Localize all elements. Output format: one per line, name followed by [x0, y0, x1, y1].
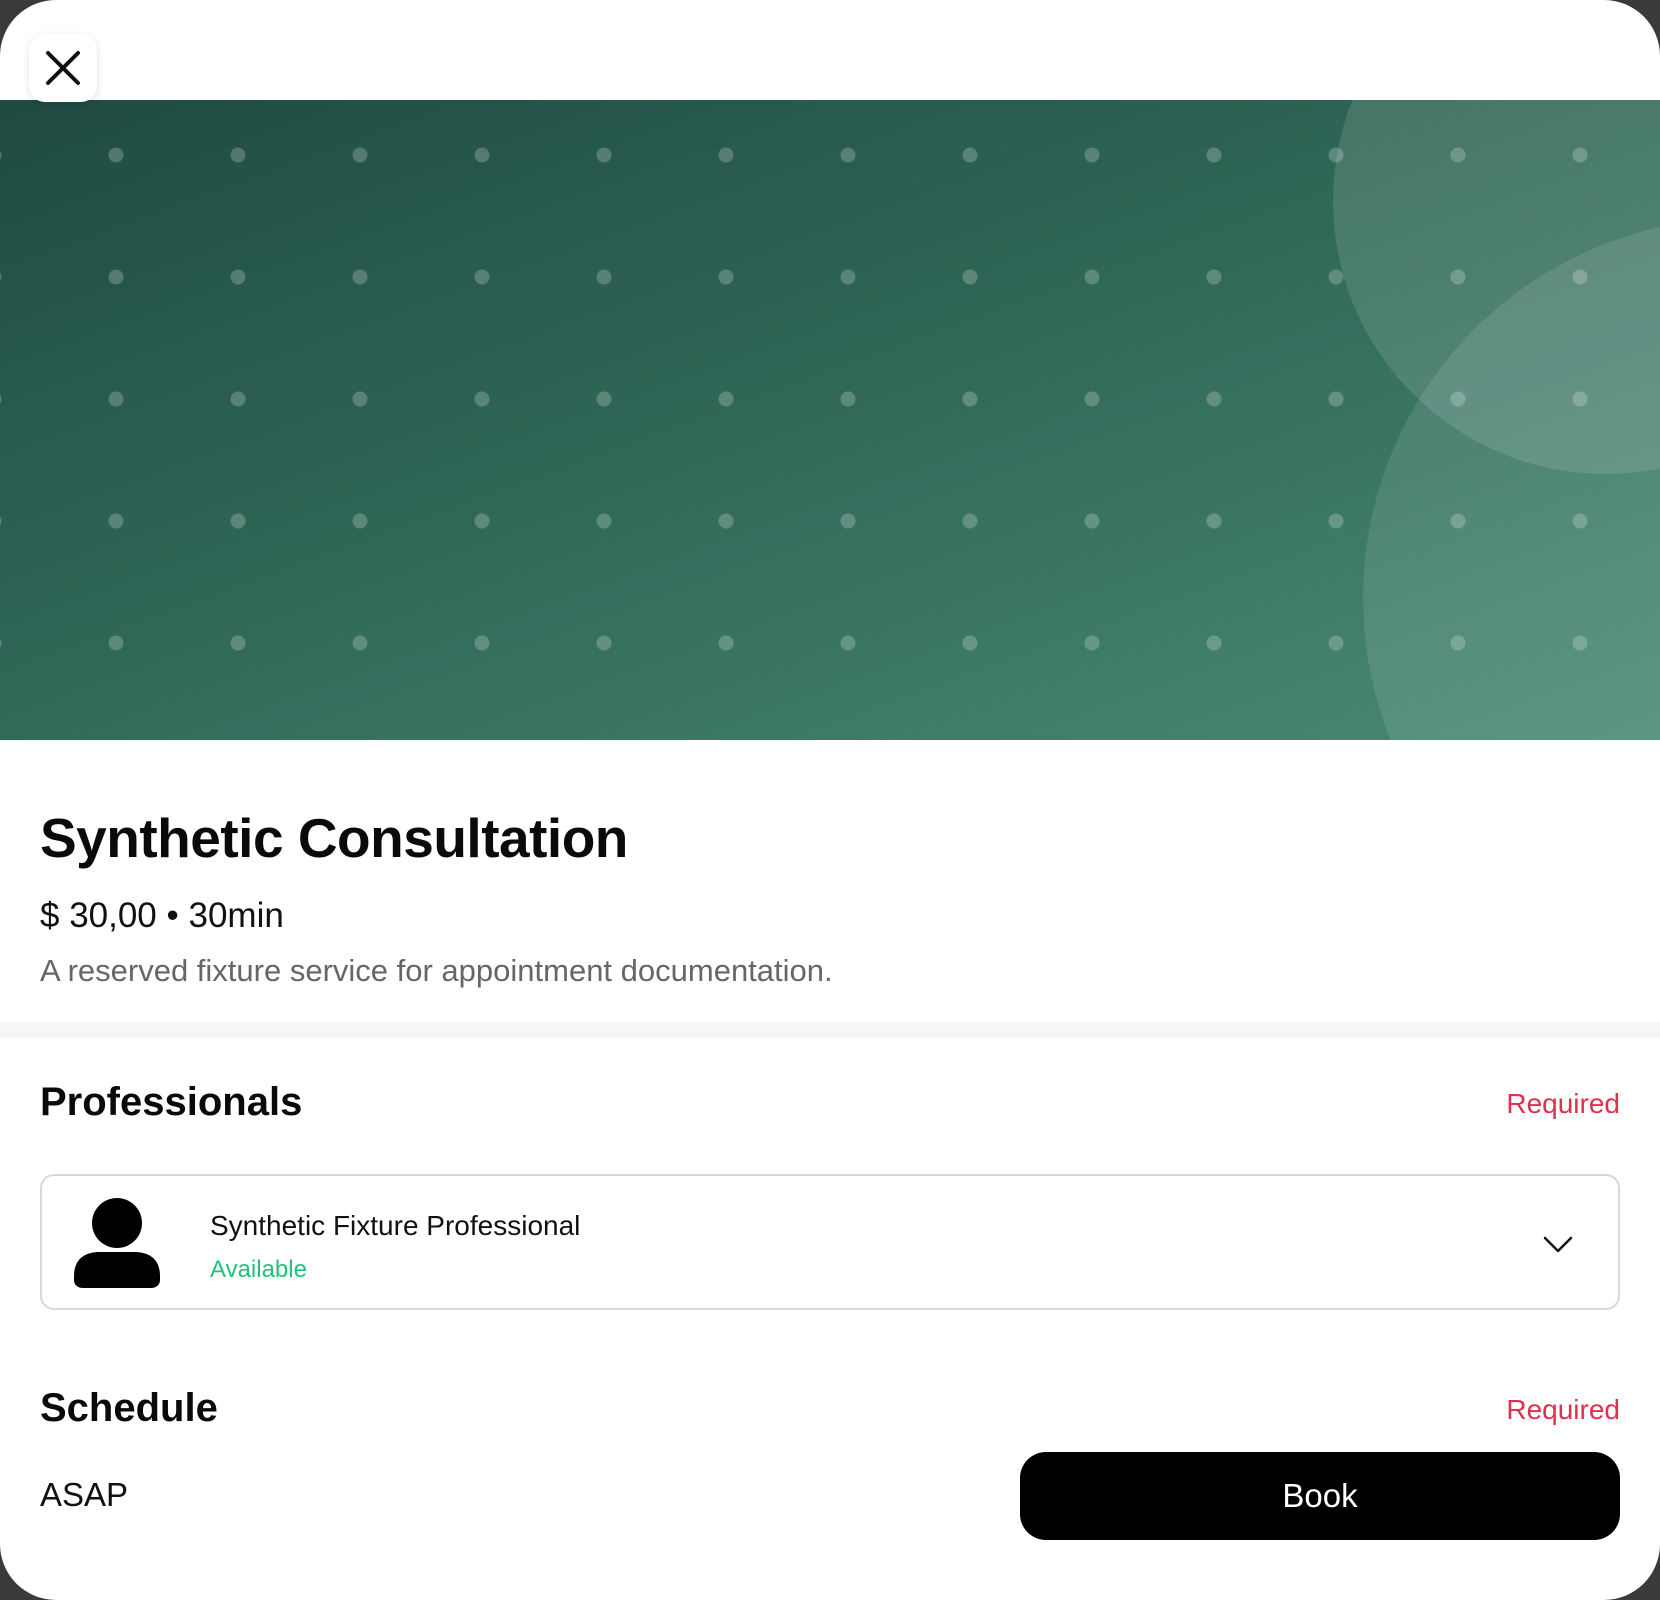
professionals-heading: Professionals	[40, 1080, 303, 1124]
service-booking-modal: Synthetic Consultation $ 30,00 • 30min A…	[0, 0, 1660, 1600]
chevron-down-icon	[1543, 1236, 1573, 1253]
professional-status: Available	[210, 1256, 307, 1283]
schedule-value[interactable]: ASAP	[40, 1476, 128, 1514]
professional-name: Synthetic Fixture Professional	[210, 1210, 581, 1241]
person-icon	[74, 1198, 160, 1288]
service-description: A reserved fixture service for appointme…	[40, 953, 833, 988]
professional-select[interactable]: Synthetic Fixture Professional Available	[40, 1174, 1620, 1310]
close-icon	[46, 51, 80, 85]
service-title: Synthetic Consultation	[40, 807, 628, 869]
professionals-required-label: Required	[1506, 1088, 1620, 1119]
schedule-required-label: Required	[1506, 1394, 1620, 1425]
schedule-heading: Schedule	[40, 1386, 218, 1430]
service-price-duration: $ 30,00 • 30min	[40, 896, 284, 935]
close-button[interactable]	[29, 34, 97, 102]
book-button[interactable]: Book	[1020, 1452, 1620, 1540]
service-hero-banner	[0, 100, 1660, 740]
section-divider	[0, 1022, 1660, 1038]
